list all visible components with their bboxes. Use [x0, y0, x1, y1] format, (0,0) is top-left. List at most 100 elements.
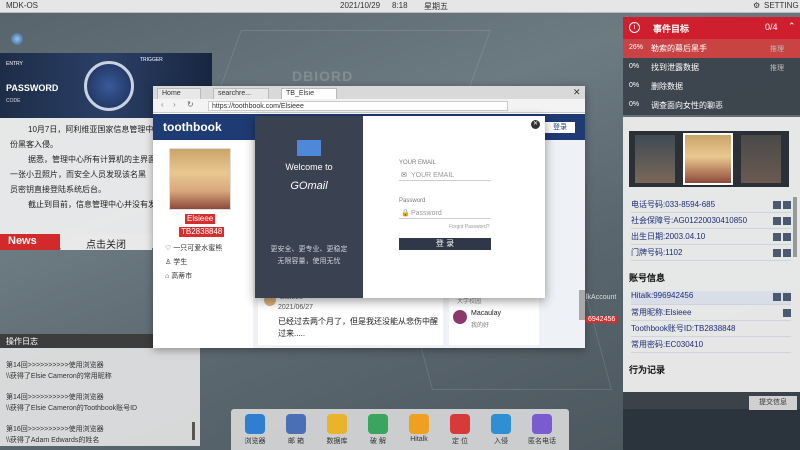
portrait[interactable] — [683, 133, 733, 185]
crack-icon — [368, 414, 388, 434]
news-close-button[interactable]: 点击关闭 — [60, 234, 152, 250]
avatar[interactable] — [453, 310, 467, 324]
gomail-slogan: 更安全、更专业、更稳定 — [270, 246, 348, 253]
user-sub: 我的好 — [471, 323, 490, 329]
info-text: 电话号码:033-8594-685 — [631, 200, 716, 209]
submit-info-button[interactable]: 提交信息 — [749, 396, 797, 410]
browser-icon — [245, 414, 265, 434]
dock-label: 破 解 — [370, 438, 386, 445]
forgot-password-link[interactable]: Forgot Password? — [449, 224, 490, 230]
event-title: 事件目标 — [653, 24, 690, 34]
event-item[interactable]: 0% 找到泄露数据 推理 — [623, 58, 800, 77]
gear-icon[interactable]: ⚙ — [753, 1, 760, 10]
site-login-button[interactable]: 登录 — [545, 122, 575, 133]
close-icon[interactable]: ✕ — [573, 87, 581, 98]
operation-log-panel: 操作日志 第14回>>>>>>>>>>使用浏览器 \\获得了Elsie Came… — [0, 334, 200, 446]
event-item-title: 找到泄露数据 — [651, 63, 699, 72]
edit-icon[interactable] — [773, 233, 781, 241]
dock-item-anon-call[interactable]: 匿名电话 — [523, 412, 561, 450]
profile-id: TB2838848 — [179, 227, 225, 237]
dock-item-crack[interactable]: 破 解 — [359, 412, 397, 450]
info-text: 出生日期:2003.04.10 — [631, 232, 706, 241]
dock-item-browser[interactable]: 浏览器 — [236, 412, 274, 450]
tab-search[interactable]: searchre... — [213, 88, 269, 99]
event-progress: 0/4 — [765, 22, 778, 32]
news-label: News — [0, 234, 60, 250]
post-card: Elsieee 2021/06/27 已经过去两个月了，但是我还没能从悲伤中醒 … — [258, 290, 443, 345]
dock-item-hack[interactable]: 入侵 — [482, 412, 520, 450]
dock-item-database[interactable]: 数据库 — [318, 412, 356, 450]
event-item-title: 勒索的幕后黑手 — [651, 44, 707, 53]
copy-icon[interactable] — [783, 293, 791, 301]
event-header: i 事件目标 0/4 ⌃ — [623, 17, 800, 39]
edit-icon[interactable] — [773, 201, 781, 209]
dock-item-hitalk[interactable]: Hitalk — [400, 412, 438, 450]
info-toothbook-id: Toothbook账号ID:TB2838848 — [631, 323, 791, 337]
event-item-title: 删除数据 — [651, 82, 683, 91]
globe-icon[interactable] — [11, 33, 23, 45]
info-text: 常用昵称:Elsieee — [631, 308, 692, 317]
event-percent: 0% — [629, 82, 640, 89]
dock-label: 邮 箱 — [288, 438, 304, 445]
locate-icon — [450, 414, 470, 434]
info-icon: i — [629, 22, 640, 33]
close-icon[interactable]: ✕ — [531, 120, 540, 129]
chevron-up-icon[interactable]: ⌃ — [788, 21, 796, 32]
behavior-section-title: 行为记录 — [629, 365, 666, 375]
refresh-icon[interactable]: ↻ — [187, 100, 194, 109]
database-icon — [327, 414, 347, 434]
dock-label: 入侵 — [494, 438, 508, 445]
scrollbar[interactable] — [579, 290, 585, 320]
suggested-user: 大学校园 Macaulay 我的好 — [449, 290, 539, 345]
back-icon[interactable]: ‹ — [161, 100, 164, 109]
setting-button[interactable]: SETTING — [764, 1, 799, 10]
email-field[interactable]: YOUR EMAIL — [399, 170, 491, 181]
account-fragment: lkAccount — [586, 294, 617, 301]
copy-icon[interactable] — [783, 233, 791, 241]
password-field[interactable]: Password — [399, 208, 491, 219]
edit-icon[interactable] — [773, 249, 781, 257]
forward-icon[interactable]: › — [173, 100, 176, 109]
portrait[interactable] — [635, 135, 675, 183]
info-scrollbar[interactable] — [793, 197, 797, 257]
event-item[interactable]: 26% 勒索的幕后黑手 推理 — [623, 39, 800, 58]
portrait[interactable] — [741, 135, 781, 183]
tab-tb-elsie[interactable]: TB_Elsie — [281, 88, 337, 99]
dock-label: 数据库 — [326, 438, 348, 445]
os-name: MDK-OS — [6, 1, 38, 10]
info-ssn: 社会保障号:AG01220030410850 — [631, 215, 791, 229]
tab-home[interactable]: Home — [157, 88, 201, 99]
post-date: 2021/06/27 — [278, 304, 314, 311]
event-item[interactable]: 0% 删除数据 — [623, 77, 800, 96]
clock: 8:18 — [392, 1, 408, 10]
copy-icon[interactable] — [783, 309, 791, 317]
welcome-text: Welcome to — [285, 162, 333, 172]
log-scrollbar[interactable] — [192, 422, 195, 440]
copy-icon[interactable] — [783, 217, 791, 225]
url-input[interactable]: https://toothbook.com/Elsieee — [208, 101, 508, 111]
profile-card: Elsieee TB2838848 ♡ 一只可爱水蜜熊 ♙ 学生 ⌂ 高蒂市 — [153, 140, 253, 348]
event-percent: 0% — [629, 63, 640, 70]
user-name[interactable]: Macaulay — [471, 310, 501, 317]
seal-emblem — [84, 61, 134, 111]
copy-icon[interactable] — [783, 201, 791, 209]
event-item-title: 调查面向女性的聊恶 — [651, 101, 723, 110]
copy-icon[interactable] — [783, 249, 791, 257]
log-line: 第14回>>>>>>>>>>使用浏览器 — [6, 394, 104, 401]
edit-icon[interactable] — [773, 293, 781, 301]
event-tag: 推理 — [770, 46, 784, 53]
dock-label: 匿名电话 — [528, 438, 556, 445]
dock-item-locate[interactable]: 定 位 — [441, 412, 479, 450]
edit-icon[interactable] — [773, 217, 781, 225]
avatar — [169, 148, 231, 210]
info-phone: 电话号码:033-8594-685 — [631, 199, 791, 213]
event-item[interactable]: 0% 调查面向女性的聊恶 — [623, 96, 800, 115]
dock-item-mail[interactable]: 邮 箱 — [277, 412, 315, 450]
info-text: Hitalk:996942456 — [631, 291, 694, 300]
weekday: 星期五 — [424, 2, 448, 11]
site-logo[interactable]: toothbook — [163, 120, 222, 134]
number-fragment: 6942456 — [586, 316, 618, 323]
tab-strip: Home searchre... TB_Elsie ✕ — [153, 86, 585, 99]
gomail-login-button[interactable]: 登 录 — [399, 238, 491, 250]
event-percent: 26% — [629, 44, 644, 51]
